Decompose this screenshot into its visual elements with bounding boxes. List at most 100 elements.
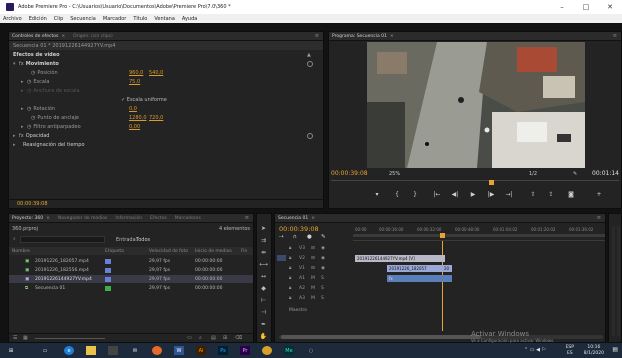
add-button-icon[interactable]: +	[591, 190, 607, 199]
fx-badge-icon[interactable]: fx	[19, 133, 24, 139]
reset-motion-icon[interactable]	[307, 60, 313, 67]
go-to-in-icon[interactable]: |←	[429, 190, 445, 199]
toggle-sync-icon[interactable]: ⊟	[311, 256, 315, 261]
stopwatch-icon[interactable]: ◷	[31, 70, 35, 76]
program-video-frame[interactable]	[367, 42, 585, 168]
tab-sequence[interactable]: Secuencia 01 ×	[278, 216, 315, 221]
list-item[interactable]: ▣ 20191226_182057.mp4 29,97 fps 00:00:00…	[9, 257, 253, 265]
col-name[interactable]: Nombre	[12, 249, 30, 254]
premiere-icon[interactable]: Pr	[240, 346, 250, 355]
pen-tool-icon[interactable]: ✒	[259, 320, 268, 329]
tab-source[interactable]: Origen: (sin clips)	[73, 34, 113, 39]
track-a1[interactable]: 🔒︎ A1 M S fx	[275, 274, 605, 282]
maximize-button[interactable]: □	[574, 0, 598, 14]
close-button[interactable]: ✕	[598, 0, 622, 14]
clip-v2[interactable]: 20191226144927YV.mp4 [V]	[355, 254, 445, 262]
list-view-icon[interactable]: ☰	[13, 335, 17, 341]
col-label[interactable]: Etiqueta	[105, 249, 124, 254]
track-select-tool-icon[interactable]: ⇉	[259, 236, 268, 245]
target-v1-icon[interactable]	[277, 255, 286, 261]
reset-opacity-icon[interactable]	[307, 132, 313, 139]
step-forward-icon[interactable]: |▶	[483, 190, 499, 199]
track-master[interactable]: Maestro	[275, 306, 605, 314]
fx-motion-row[interactable]: ▾ fx Movimiento	[9, 59, 323, 68]
label-color-chip[interactable]	[105, 285, 111, 291]
task-view-icon[interactable]: ▭	[40, 346, 50, 355]
illustrator-icon[interactable]: Ai	[196, 346, 206, 355]
windows-start-icon[interactable]: ⊞	[6, 346, 16, 355]
new-item-icon[interactable]: ⊞	[223, 335, 227, 341]
firefox-icon[interactable]	[152, 346, 162, 355]
stopwatch-icon[interactable]: ◷	[27, 106, 31, 112]
uniform-scale-checkbox[interactable]: ✓ Escala uniforme	[121, 97, 167, 103]
menu-archivo[interactable]: Archivo	[3, 16, 22, 22]
col-end[interactable]: Fin	[241, 249, 247, 254]
search-input[interactable]	[20, 236, 105, 243]
rolling-edit-tool-icon[interactable]: ⟷	[259, 260, 268, 269]
col-media-start[interactable]: Inicio de medios	[195, 249, 232, 254]
solo-icon[interactable]: S	[321, 286, 324, 291]
media-encoder-icon[interactable]: Me	[284, 346, 294, 355]
fx-opacity-row[interactable]: ▸ fx Opacidad	[9, 131, 323, 140]
marker-icon[interactable]: ▾	[369, 190, 385, 199]
photoshop-icon[interactable]: Ps	[218, 346, 228, 355]
extract-icon[interactable]: ⇪	[543, 190, 559, 199]
ripple-edit-tool-icon[interactable]: ⇹	[259, 248, 268, 257]
snap-icon[interactable]: ⇢	[279, 234, 284, 240]
bin-icon[interactable]: ▭	[187, 335, 192, 341]
minimize-button[interactable]: –	[550, 0, 574, 14]
zoom-dropdown[interactable]: 25%	[389, 171, 400, 177]
lift-icon[interactable]: ⇧	[525, 190, 541, 199]
menu-titulo[interactable]: Título	[133, 16, 147, 22]
expand-time-remap-icon[interactable]: ▸	[13, 142, 19, 148]
clip-a1-b[interactable]	[442, 274, 452, 282]
track-lock-icon[interactable]: 🔒︎	[289, 285, 291, 291]
anchor-y-value[interactable]: 720,0	[149, 115, 163, 121]
menu-ventana[interactable]: Ventana	[154, 16, 175, 22]
antiflicker-value[interactable]: 0,00	[129, 124, 140, 130]
track-v2[interactable]: 🔒︎ V2 ⊟ ◉ 20191226144927YV.mp4 [V]	[275, 254, 605, 262]
fx-time-remap-row[interactable]: ▸ Reasignación del tiempo	[9, 140, 323, 149]
wrench-icon[interactable]: ✎	[573, 171, 577, 177]
edge-icon[interactable]: e	[64, 346, 74, 355]
fx-badge-icon[interactable]: fx	[19, 61, 24, 67]
menu-edicion[interactable]: Edición	[29, 16, 47, 22]
menu-secuencia[interactable]: Secuencia	[70, 16, 96, 22]
track-v3[interactable]: 🔒︎ V3 ⊟ ◉	[275, 244, 605, 252]
effect-controls-timecode[interactable]: 00:00:39:08	[17, 201, 48, 207]
entry-dropdown[interactable]: Todos	[136, 237, 150, 243]
rate-stretch-tool-icon[interactable]: ↔	[259, 272, 268, 281]
camera-icon[interactable]: ◙	[563, 190, 579, 199]
label-color-chip[interactable]	[105, 258, 111, 264]
new-bin-icon[interactable]: ▤	[211, 335, 216, 341]
eye-icon[interactable]: ◉	[321, 246, 325, 251]
icon-view-icon[interactable]: ▦	[23, 335, 28, 341]
clip-v1[interactable]: 20191226_182057	[387, 264, 442, 272]
system-tray-icons[interactable]: ⌃ ▭ ◀ ⚐	[524, 347, 546, 353]
track-lock-icon[interactable]: 🔒︎	[289, 245, 291, 251]
scroll-up-icon[interactable]: ▲	[307, 52, 313, 58]
clock[interactable]: 10:16 8/1/2020	[584, 345, 604, 356]
zoom-slider[interactable]	[35, 338, 105, 339]
menu-marcador[interactable]: Marcador	[103, 16, 126, 22]
mark-in-icon[interactable]: {	[389, 190, 405, 199]
panel-menu-icon[interactable]: ≡	[245, 215, 249, 221]
track-v1[interactable]: 🔒︎ V1 ⊟ ◉ 20191226_182057 20	[275, 264, 605, 272]
explorer-icon[interactable]	[86, 346, 96, 355]
tab-effect-controls[interactable]: Controles de efectos ×	[12, 34, 65, 39]
quality-dropdown[interactable]: 1/2	[529, 171, 537, 177]
tab-markers[interactable]: Marcadores	[175, 216, 201, 221]
position-y-value[interactable]: 540,0	[149, 70, 163, 76]
track-lock-icon[interactable]: 🔒︎	[289, 295, 291, 301]
track-lock-icon[interactable]: 🔒︎	[289, 255, 291, 261]
work-area-bar[interactable]	[353, 234, 605, 237]
list-item[interactable]: ⧉ Secuencia 01 29,97 fps 00:00:00:00	[9, 284, 253, 292]
toggle-sync-icon[interactable]: ⊟	[311, 266, 315, 271]
language-indicator[interactable]: ESP ES	[566, 345, 574, 356]
store-icon[interactable]	[108, 346, 118, 355]
scrollbar-thumb[interactable]	[281, 335, 481, 339]
mute-icon[interactable]: M	[311, 296, 315, 301]
eye-icon[interactable]: ◉	[321, 266, 325, 271]
anchor-x-value[interactable]: 1280,0	[129, 115, 147, 121]
track-lock-icon[interactable]: 🔒︎	[289, 265, 291, 271]
